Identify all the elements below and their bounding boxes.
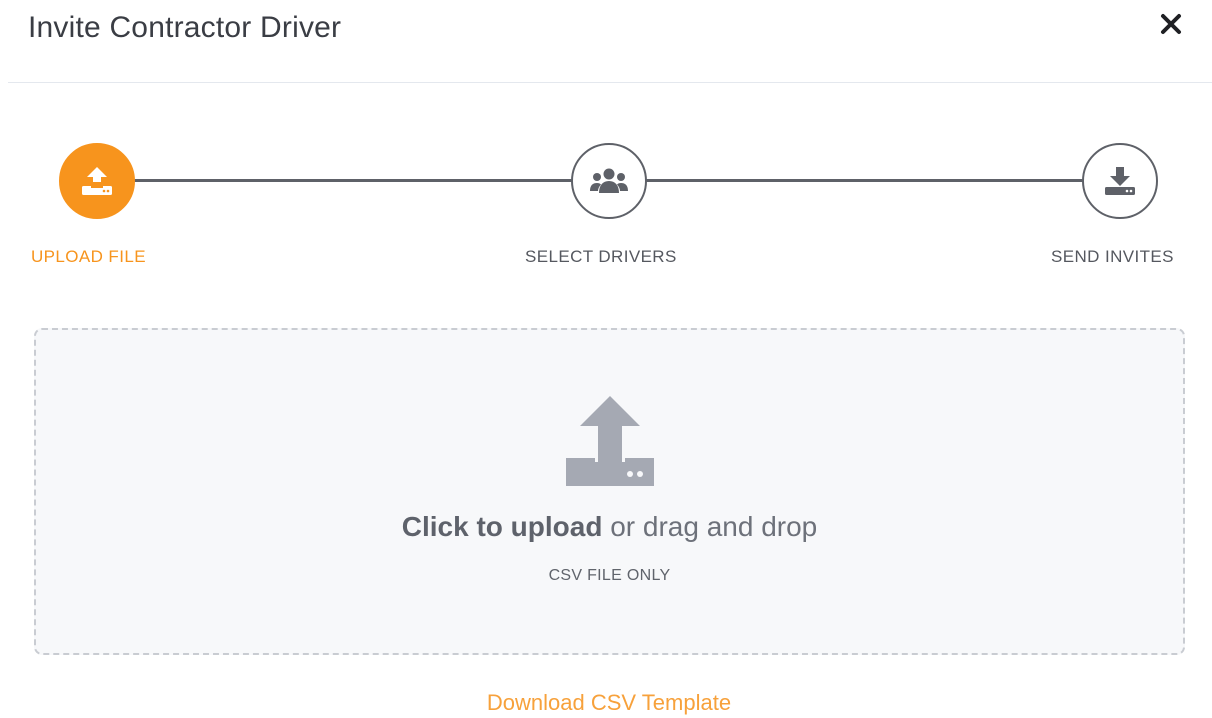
users-icon bbox=[590, 168, 628, 193]
step-select-drivers[interactable] bbox=[571, 143, 647, 219]
step-send-invites[interactable] bbox=[1082, 143, 1158, 219]
upload-instructions: Click to upload or drag and drop bbox=[36, 508, 1183, 546]
step-upload-file[interactable] bbox=[59, 143, 135, 219]
step-connector-1 bbox=[134, 179, 574, 182]
step-label-upload-file: UPLOAD FILE bbox=[31, 247, 146, 266]
file-dropzone[interactable]: Click to upload or drag and drop CSV FIL… bbox=[34, 328, 1185, 655]
click-to-upload-link[interactable]: Click to upload bbox=[402, 511, 603, 542]
step-label-send-invites: SEND INVITES bbox=[1051, 247, 1174, 266]
invite-contractor-modal: Invite Contractor Driver UPLOAD FILE SEL… bbox=[0, 0, 1212, 718]
upload-icon bbox=[82, 167, 112, 195]
step-connector-2 bbox=[645, 179, 1085, 182]
step-label-select-drivers: SELECT DRIVERS bbox=[525, 247, 677, 266]
upload-tray-icon bbox=[566, 396, 654, 486]
file-type-hint: CSV FILE ONLY bbox=[548, 567, 671, 584]
download-icon bbox=[1105, 167, 1135, 195]
drag-drop-text: or drag and drop bbox=[602, 511, 818, 542]
progress-stepper: UPLOAD FILE SELECT DRIVERS SEND INVITES bbox=[0, 0, 1212, 290]
download-csv-template-link[interactable]: Download CSV Template bbox=[0, 688, 1212, 718]
